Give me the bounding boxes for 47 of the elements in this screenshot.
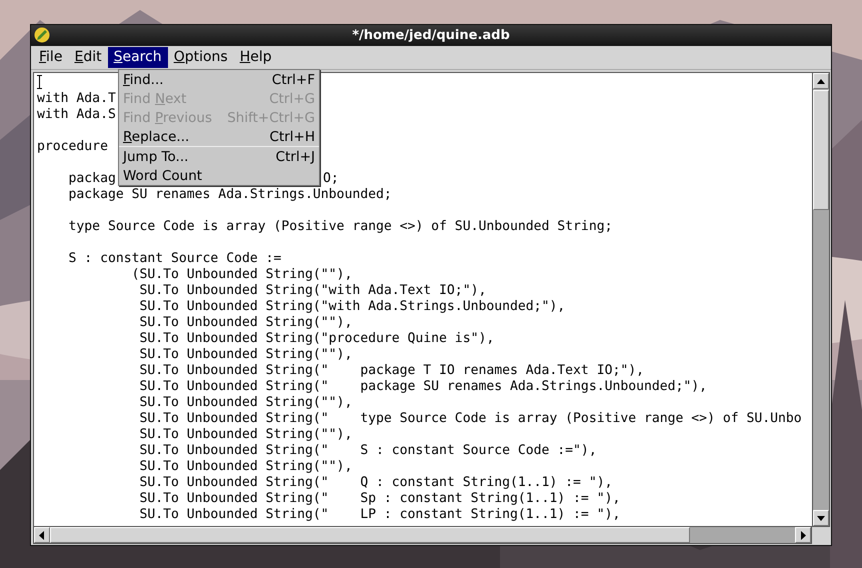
code-line: O;: [323, 171, 339, 187]
code-line: SU.To Unbounded String(" package SU renames Ada.Strings.Unbounded;"),: [138, 379, 708, 394]
text-cursor-icon: [37, 75, 42, 89]
code-line: SU.To Unbounded String(" LP : constant String(1..1) := "),: [138, 507, 620, 522]
pencil-icon: [34, 27, 50, 43]
scroll-right-button[interactable]: [795, 527, 811, 543]
scroll-up-button[interactable]: [813, 73, 829, 89]
code-line: with Ada.S: [37, 107, 116, 122]
code-line: SU.To Unbounded String(""),: [138, 459, 352, 474]
code-line: packag: [68, 171, 116, 186]
menu-title[interactable]: Search: [108, 47, 168, 68]
right-arrow-icon: [798, 530, 808, 540]
code-line: SU.To Unbounded String("with Ada.Text IO;"),: [138, 283, 486, 298]
code-line: SU.To Unbounded String(""),: [138, 347, 352, 362]
scrollbar-thumb[interactable]: [813, 90, 829, 210]
text-area[interactable]: [33, 72, 812, 527]
menu-title[interactable]: File: [33, 47, 68, 68]
code-line: SU.To Unbounded String(" type Source Code is array (Positive range <>) of SU.Unbo: [138, 411, 802, 426]
code-line: procedure: [37, 139, 108, 154]
window-title: */home/jed/quine.adb: [352, 28, 510, 43]
menu-title[interactable]: Help: [234, 47, 278, 68]
menu-item[interactable]: Find... Ctrl+F: [119, 70, 319, 89]
code-line: SU.To Unbounded String(" S : constant Source Code :="),: [138, 443, 597, 458]
code-line: SU.To Unbounded String(""),: [138, 315, 352, 330]
left-arrow-icon: [37, 530, 47, 540]
menu-title[interactable]: Edit: [68, 47, 108, 68]
code-line: SU.To Unbounded String(" Sp : constant String(1..1) := "),: [138, 491, 620, 506]
code-line: package SU renames Ada.Strings.Unbounded;: [68, 187, 392, 202]
scroll-down-button[interactable]: [813, 510, 829, 526]
code-line: (SU.To Unbounded String(""),: [130, 267, 352, 282]
code-line: S : constant Source Code :=: [68, 251, 282, 266]
vertical-scrollbar[interactable]: [812, 72, 830, 527]
code-line: with Ada.T: [37, 91, 116, 106]
code-line: SU.To Unbounded String(""),: [138, 427, 352, 442]
code-line: SU.To Unbounded String(" package T IO renames Ada.Text IO;"),: [138, 363, 644, 378]
code-line: SU.To Unbounded String("with Ada.Strings.Unbounded;"),: [138, 299, 566, 314]
scroll-left-button[interactable]: [34, 527, 50, 543]
code-line: SU.To Unbounded String(""),: [138, 395, 352, 410]
menu-item[interactable]: Replace... Ctrl+H: [119, 127, 319, 147]
horizontal-scrollbar[interactable]: [33, 527, 812, 544]
menu-item[interactable]: Word Count: [119, 166, 319, 185]
menu-title[interactable]: Options: [168, 47, 234, 68]
scrollbar-thumb[interactable]: [50, 527, 690, 543]
code-line: SU.To Unbounded String("procedure Quine is"),: [138, 331, 494, 346]
code-line: type Source Code is array (Positive range <>) of SU.Unbounded String;: [68, 219, 612, 234]
code-line: SU.To Unbounded String(" Q : constant String(1..1) := "),: [138, 475, 612, 490]
menu-item[interactable]: Jump To... Ctrl+J: [119, 147, 319, 166]
